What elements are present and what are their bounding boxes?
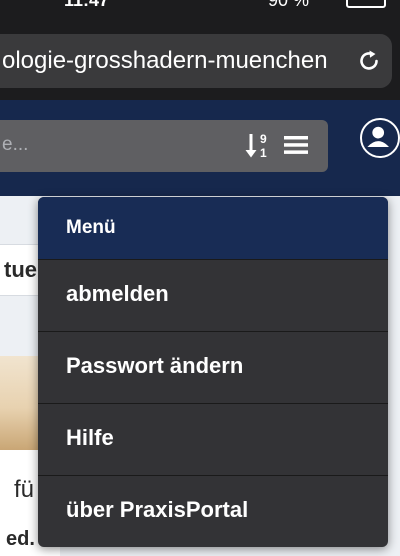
status-time: 11:47 bbox=[64, 0, 110, 10]
menu-item-label: Hilfe bbox=[66, 425, 114, 450]
search-placeholder: e... bbox=[2, 134, 29, 155]
menu-item-logout[interactable]: abmelden bbox=[38, 259, 388, 331]
address-bar[interactable]: ologie-grosshadern-muenchen bbox=[0, 34, 392, 88]
menu-item-label: Passwort ändern bbox=[66, 353, 244, 378]
svg-text:9: 9 bbox=[260, 132, 267, 146]
sort-numeric-icon[interactable]: 9 1 bbox=[244, 130, 274, 162]
menu-item-label: abmelden bbox=[66, 281, 169, 306]
app-header: e... 9 1 bbox=[0, 100, 400, 196]
text-fragment: fü bbox=[14, 476, 35, 503]
hamburger-icon[interactable] bbox=[284, 134, 308, 156]
menu-item-change-password[interactable]: Passwort ändern bbox=[38, 331, 388, 403]
menu-item-label: über PraxisPortal bbox=[66, 497, 249, 522]
user-dropdown-menu: Menü abmelden Passwort ändern Hilfe über… bbox=[38, 197, 388, 547]
menu-header: Menü bbox=[38, 197, 388, 259]
menu-header-label: Menü bbox=[66, 217, 116, 238]
card-title-fragment: tue bbox=[4, 257, 37, 282]
battery-percentage: 90 % bbox=[268, 0, 310, 10]
phone-screen: 11:47 90 % ologie-grosshadern-muenchen e… bbox=[0, 0, 400, 556]
browser-toolbar: ologie-grosshadern-muenchen bbox=[0, 24, 400, 100]
text-fragment: ed. bbox=[6, 528, 35, 550]
reload-icon[interactable] bbox=[356, 48, 382, 74]
battery-icon bbox=[346, 0, 386, 8]
menu-item-help[interactable]: Hilfe bbox=[38, 403, 388, 475]
status-bar: 11:47 90 % bbox=[0, 0, 400, 24]
user-icon bbox=[367, 126, 389, 147]
menu-item-about[interactable]: über PraxisPortal bbox=[38, 475, 388, 547]
search-input[interactable]: e... 9 1 bbox=[0, 120, 328, 172]
url-text[interactable]: ologie-grosshadern-muenchen bbox=[2, 47, 344, 75]
svg-text:1: 1 bbox=[260, 146, 267, 160]
user-account-button[interactable] bbox=[360, 118, 400, 158]
